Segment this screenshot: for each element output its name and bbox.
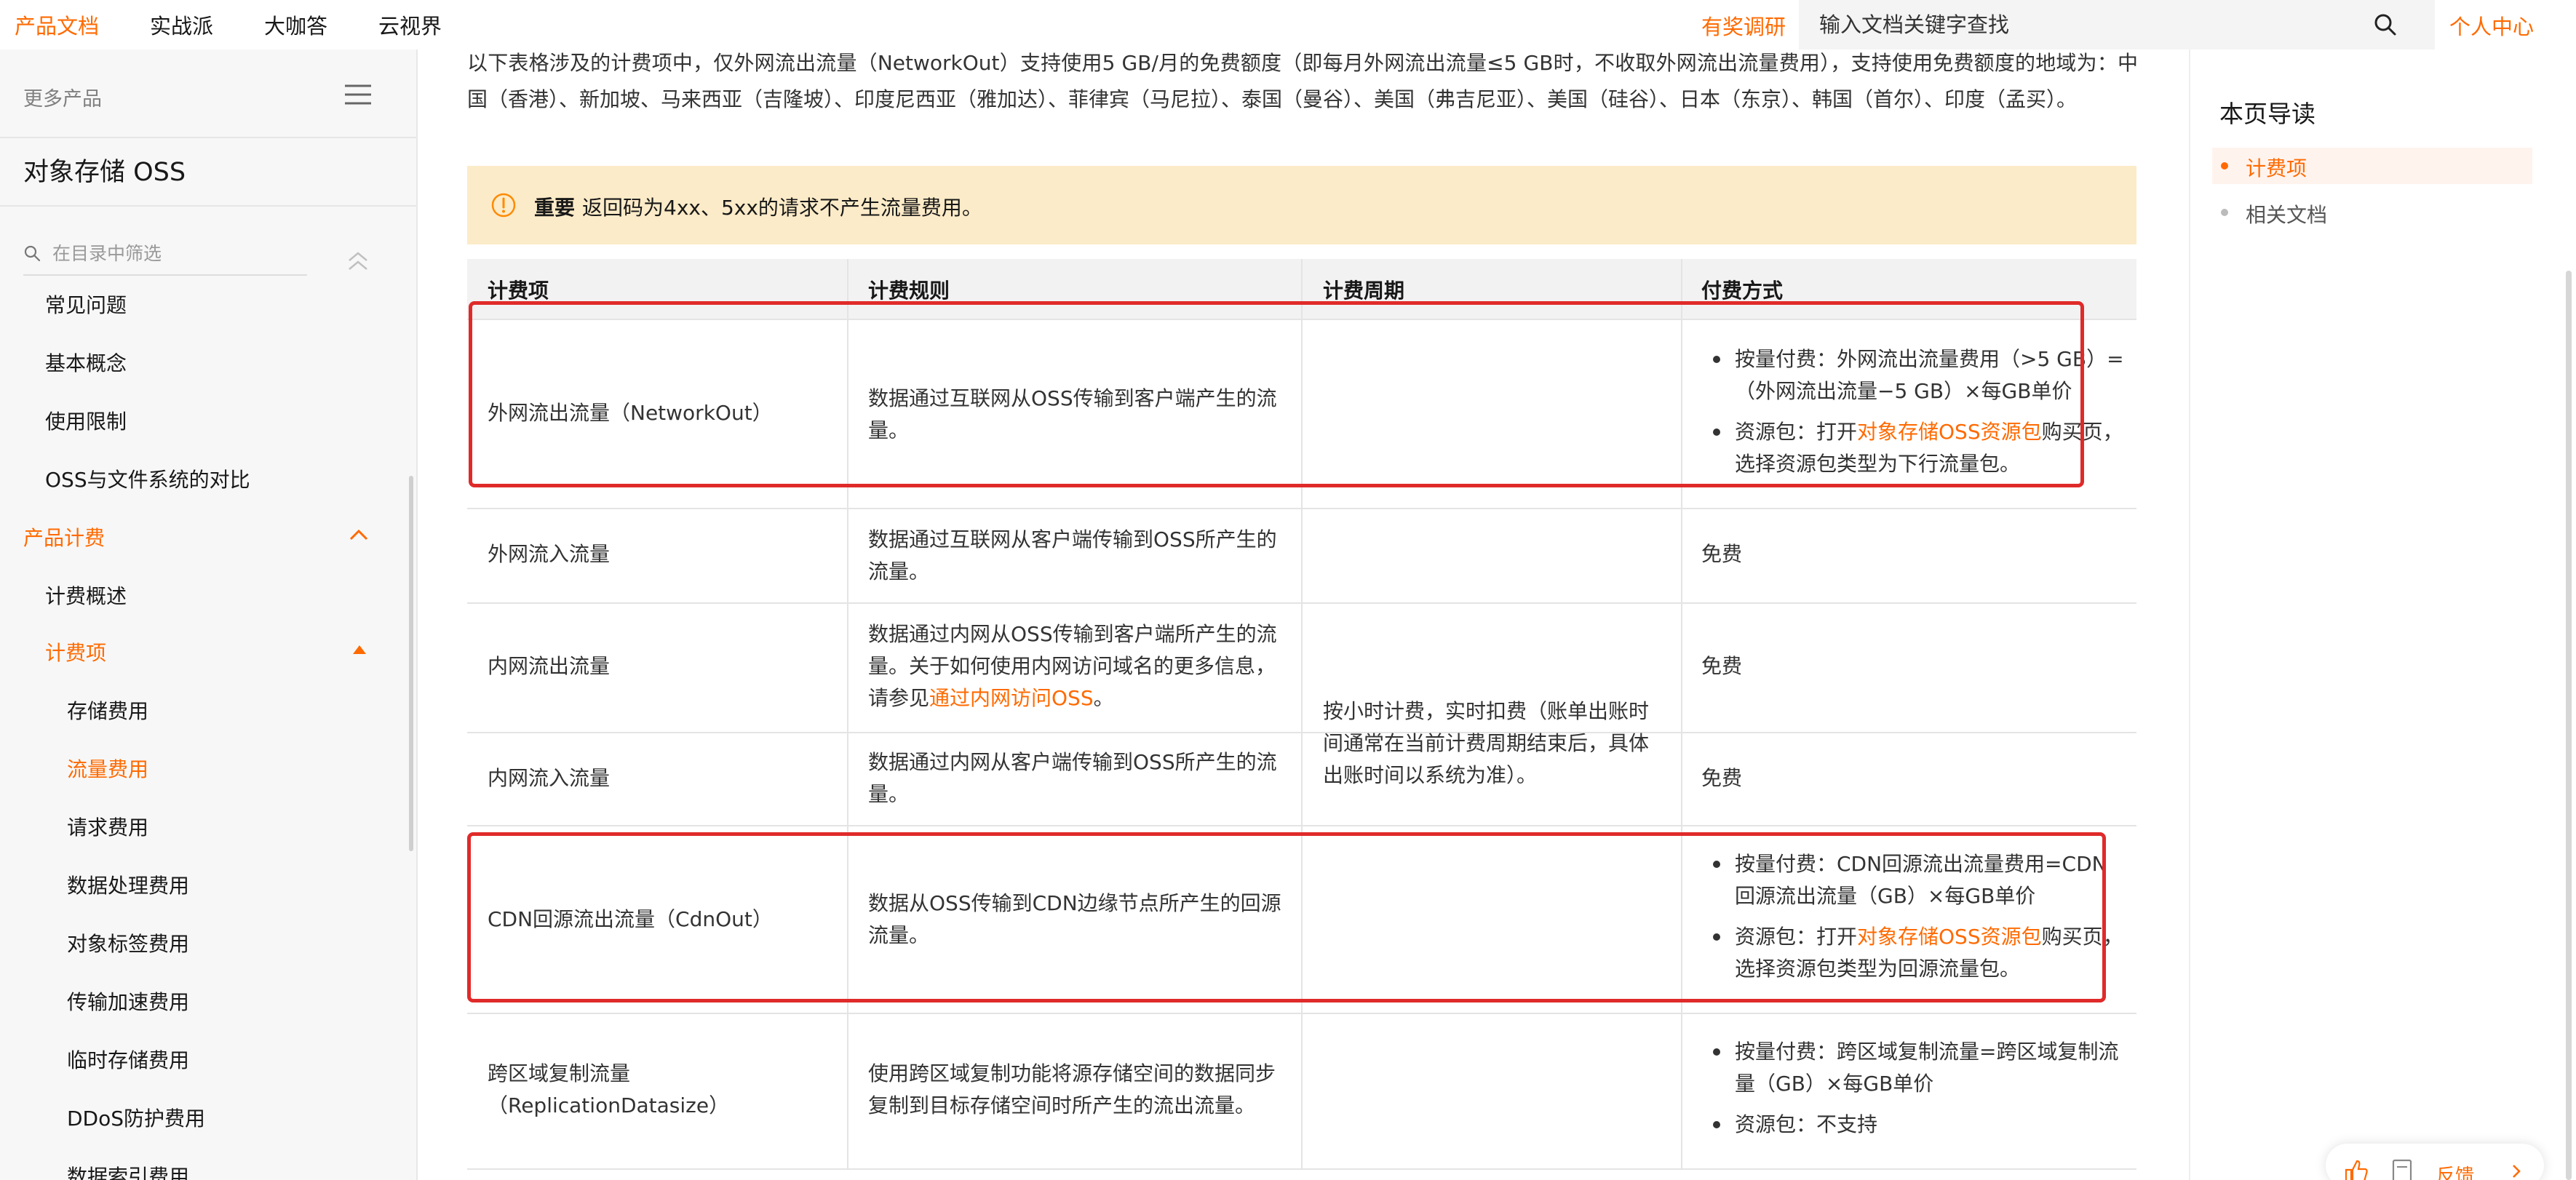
cell-rule-intranet-inbound: 数据通过内网从客户端传输到OSS所产生的流量。	[868, 750, 1277, 806]
cell-billing-cycle: 按小时计费，实时扣费（账单出账时间通常在当前计费周期结束后，具体出账时间以系统为…	[1323, 699, 1650, 787]
toc-item-storage-fee[interactable]: 存储费用	[67, 695, 148, 725]
col-header-payment: 付费方式	[1701, 279, 1784, 303]
doc-sidebar: 更多产品 对象存储 OSS 常见问题 基本概念 使用限制 OSS与文件系统的对比…	[0, 49, 418, 1180]
menu-icon[interactable]	[343, 83, 373, 106]
intranet-access-link[interactable]: 通过内网访问OSS	[929, 686, 1094, 710]
toc-item-processing-fee[interactable]: 数据处理费用	[67, 870, 189, 899]
sidebar-divider	[0, 137, 416, 138]
nav-expert-answers[interactable]: 大咖答	[264, 9, 327, 40]
page-scrollbar[interactable]	[2566, 271, 2572, 1180]
collapse-all-icon[interactable]	[345, 250, 371, 272]
cell-rule-intranet-outbound: 数据通过内网从OSS传输到客户端所产生的流量。关于如何使用内网访问域名的更多信息…	[868, 618, 1284, 714]
toc-item-temp-storage-fee[interactable]: 临时存储费用	[67, 1045, 189, 1074]
toc-item-index-fee[interactable]: 数据索引费用	[67, 1161, 189, 1180]
toc-item-faq[interactable]: 常见问题	[45, 290, 127, 319]
page-toc-item-related-docs[interactable]: 相关文档	[2246, 199, 2327, 228]
page-toc-title: 本页导读	[2219, 100, 2315, 128]
notice-text: 返回码为4xx、5xx的请求不产生流量费用。	[582, 196, 982, 220]
list-item: 按量付费：跨区域复制流量=跨区域复制流量（GB）×每GB单价	[1710, 1036, 2125, 1100]
cell-item-intranet-outbound: 内网流出流量	[488, 654, 611, 678]
nav-product-docs[interactable]: 产品文档	[15, 9, 99, 40]
more-products-label[interactable]: 更多产品	[23, 83, 102, 111]
warning-circle-icon	[491, 193, 516, 218]
filter-underline	[23, 274, 307, 276]
cell-item-replication: 跨区域复制流量（ReplicationDatasize）	[488, 1061, 730, 1117]
toc-item-oss-vs-fs[interactable]: OSS与文件系统的对比	[45, 464, 250, 493]
intro-paragraph: 以下表格涉及的计费项中，仅外网流出流量（NetworkOut）支持使用5 GB/…	[467, 51, 2138, 111]
sidebar-scrollbar[interactable]	[409, 476, 413, 851]
doc-search-input[interactable]	[1819, 10, 2372, 39]
cell-pay-intranet-inbound: 免费	[1701, 766, 1743, 790]
chevron-up-icon[interactable]	[348, 527, 370, 543]
document-icon[interactable]	[2391, 1158, 2413, 1180]
thumbs-up-icon[interactable]	[2343, 1158, 2369, 1180]
cell-rule-replication: 使用跨区域复制功能将源存储空间的数据同步复制到目标存储空间时所产生的流出流量。	[868, 1061, 1276, 1117]
text: 。	[1093, 686, 1114, 710]
page-toc-bullet	[2221, 209, 2228, 216]
toc-item-concepts[interactable]: 基本概念	[45, 348, 127, 377]
chevron-right-icon[interactable]	[2508, 1163, 2525, 1180]
search-icon[interactable]	[2372, 12, 2398, 38]
cell-pay-replication: 按量付费：跨区域复制流量=跨区域复制流量（GB）×每GB单价 资源包：不支持	[1710, 1036, 2125, 1149]
toc-item-acceleration-fee[interactable]: 传输加速费用	[67, 986, 189, 1016]
important-notice: 重要 返回码为4xx、5xx的请求不产生流量费用。	[467, 166, 2136, 244]
cell-pay-intranet-outbound: 免费	[1701, 654, 1743, 678]
col-header-cycle: 计费周期	[1323, 279, 1405, 303]
top-nav-links: 产品文档 实战派 大咖答 云视界	[15, 0, 493, 49]
page-toc-bullet	[2221, 162, 2228, 170]
caret-up-icon[interactable]	[352, 645, 367, 655]
highlight-box	[469, 301, 2084, 487]
toc-item-tagging-fee[interactable]: 对象标签费用	[67, 928, 189, 957]
survey-link[interactable]: 有奖调研	[1701, 10, 1786, 41]
sidebar-divider	[0, 205, 416, 207]
toc-item-request-fee[interactable]: 请求费用	[67, 812, 148, 841]
feedback-label[interactable]: 反馈	[2436, 1161, 2474, 1180]
user-center-link[interactable]: 个人中心	[2449, 10, 2534, 41]
toc-subsection-billing-items[interactable]: 计费项	[45, 637, 106, 666]
list-item: 资源包：不支持	[1710, 1109, 2125, 1141]
col-header-rule: 计费规则	[868, 279, 950, 303]
filter-search-icon	[24, 245, 41, 262]
notice-title: 重要	[534, 196, 576, 220]
feedback-widget: 反馈	[2326, 1144, 2544, 1180]
toc-section-billing[interactable]: 产品计费	[23, 522, 105, 551]
toc-item-limits[interactable]: 使用限制	[45, 406, 127, 435]
right-panel-divider	[2189, 49, 2190, 1180]
cell-item-internet-inbound: 外网流入流量	[488, 542, 611, 566]
page-toc-item-billing-items[interactable]: 计费项	[2246, 153, 2307, 182]
top-navigation-bar: 产品文档 实战派 大咖答 云视界 有奖调研 个人中心	[0, 0, 2576, 49]
cell-rule-internet-inbound: 数据通过互联网从客户端传输到OSS所产生的流量。	[868, 527, 1277, 583]
toc-item-billing-overview[interactable]: 计费概述	[45, 581, 127, 610]
nav-cloud-vision[interactable]: 云视界	[378, 9, 442, 40]
toc-item-ddos-fee[interactable]: DDoS防护费用	[67, 1103, 205, 1132]
nav-practice[interactable]: 实战派	[150, 9, 213, 40]
cell-pay-internet-inbound: 免费	[1701, 542, 1743, 566]
col-header-item: 计费项	[488, 279, 549, 303]
toc-filter-input[interactable]	[52, 240, 300, 266]
doc-search-box	[1799, 0, 2435, 49]
cell-item-intranet-inbound: 内网流入流量	[488, 766, 611, 790]
toc-item-traffic-fee[interactable]: 流量费用	[67, 754, 148, 783]
highlight-box	[467, 832, 2106, 1002]
product-title[interactable]: 对象存储 OSS	[23, 151, 186, 188]
